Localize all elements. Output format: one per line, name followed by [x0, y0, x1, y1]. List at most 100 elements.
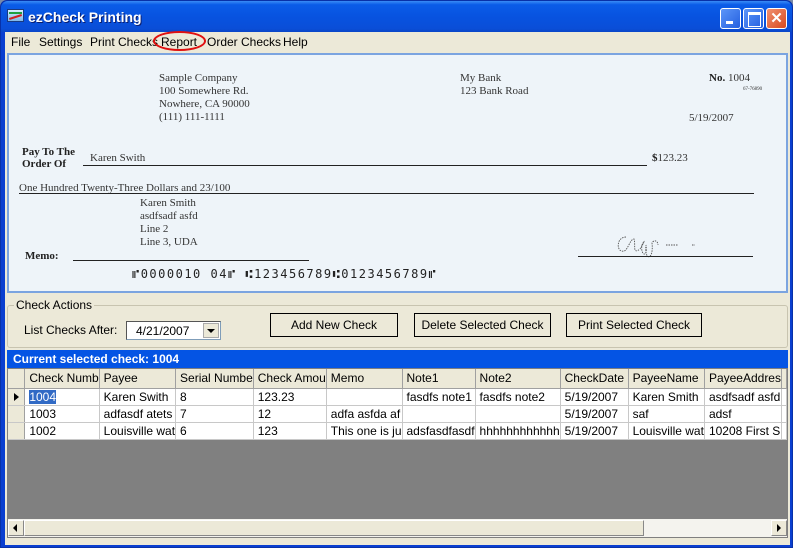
app-window: ezCheck Printing ✕ File Settings Print C… [0, 0, 793, 548]
table-cell[interactable] [402, 405, 476, 423]
table-cell[interactable]: Karen Swith [99, 388, 177, 406]
menu-file[interactable]: File [11, 35, 30, 49]
table-cell[interactable]: Karen Smith [628, 388, 705, 406]
table-row[interactable]: 1003 adfasdf atets 7 12 adfa asfda af 5/19/20… [8, 405, 787, 423]
table-cell-overflow [781, 405, 787, 423]
check-preview: Sample Company 100 Somewhere Rd. Nowhere… [7, 53, 788, 293]
column-header-overflow [781, 369, 787, 389]
table-cell[interactable]: saf [628, 405, 705, 423]
group-label: Check Actions [14, 298, 95, 312]
table-cell[interactable]: 1004 [24, 388, 100, 406]
column-header[interactable]: PayeeName [628, 369, 705, 389]
row-header[interactable] [8, 405, 26, 423]
check-number-value: 1004 [727, 72, 750, 84]
company-address: 100 Somewhere Rd. [159, 85, 249, 97]
add-new-check-button[interactable]: Add New Check [270, 313, 398, 337]
column-header[interactable]: Note1 [402, 369, 476, 389]
column-header[interactable]: Memo [326, 369, 403, 389]
column-header[interactable]: PayeeAddres [704, 369, 783, 389]
table-cell[interactable]: This one is ju [326, 422, 403, 440]
table-cell[interactable]: fasdfs note2 [475, 388, 561, 406]
window-title: ezCheck Printing [28, 9, 142, 25]
dropdown-arrow-icon[interactable] [203, 323, 219, 338]
column-header[interactable]: Note2 [475, 369, 561, 389]
memo-line [73, 260, 309, 261]
row-header[interactable] [8, 422, 26, 440]
table-cell[interactable]: 1002 [24, 422, 100, 440]
close-button[interactable]: ✕ [766, 8, 787, 29]
current-selected-check-bar: Current selected check: 1004 [7, 350, 788, 368]
table-cell[interactable]: 12 [253, 405, 327, 423]
table-cell[interactable]: 123 [253, 422, 327, 440]
row-header-corner [8, 369, 26, 389]
signature-image [617, 236, 695, 258]
horizontal-scrollbar[interactable] [8, 519, 787, 537]
table-cell[interactable]: adsf [704, 405, 783, 423]
table-cell[interactable]: 123.23 [253, 388, 327, 406]
check-actions-group: Check Actions List Checks After: 4/21/20… [7, 298, 788, 348]
table-cell[interactable]: adfasdf atets [99, 405, 177, 423]
menu-help[interactable]: Help [283, 35, 308, 49]
column-header[interactable]: Check Numb [24, 369, 100, 389]
table-cell[interactable]: 1003 [24, 405, 100, 423]
menu-order-checks[interactable]: Order Checks [207, 35, 281, 49]
scroll-left-icon[interactable] [8, 520, 24, 536]
minimize-button[interactable] [720, 8, 741, 29]
table-cell[interactable]: 6 [175, 422, 254, 440]
menu-print-checks[interactable]: Print Checks [90, 35, 158, 49]
table-cell[interactable]: 8 [175, 388, 254, 406]
title-bar[interactable]: ezCheck Printing ✕ [1, 1, 792, 32]
column-header[interactable]: Check Amou [253, 369, 327, 389]
table-cell[interactable]: Louisville wat [628, 422, 705, 440]
grid-header-row: Check Numb Payee Serial Numbe Check Amou Mem… [8, 369, 787, 389]
current-row-arrow-icon [14, 392, 19, 401]
table-cell[interactable]: 5/19/2007 [560, 388, 629, 406]
table-row[interactable]: 1002 Louisville wat 6 123 This one is ju adsf… [8, 422, 787, 440]
table-cell[interactable] [475, 405, 561, 423]
memo-label: Memo: [25, 250, 59, 262]
table-cell[interactable]: 5/19/2007 [560, 405, 629, 423]
payee-address-1: Karen Smith [140, 197, 196, 209]
checks-grid[interactable]: Check Numb Payee Serial Numbe Check Amou Mem… [7, 368, 788, 538]
check-amount-value: 123.23 [657, 152, 688, 164]
payee-name: Karen Swith [90, 152, 146, 164]
table-cell[interactable] [326, 388, 403, 406]
table-cell[interactable]: adfa asfda af [326, 405, 403, 423]
table-cell[interactable]: hhhhhhhhhhhh [475, 422, 561, 440]
column-header[interactable]: Serial Numbe [175, 369, 254, 389]
table-cell[interactable]: Louisville wat [99, 422, 177, 440]
company-city: Nowhere, CA 90000 [159, 98, 250, 110]
table-cell[interactable]: 5/19/2007 [560, 422, 629, 440]
scroll-right-icon[interactable] [771, 520, 787, 536]
print-selected-check-button[interactable]: Print Selected Check [566, 313, 702, 337]
table-cell[interactable]: 7 [175, 405, 254, 423]
payee-address-3: Line 2 [140, 223, 169, 235]
company-phone: (111) 111-1111 [159, 111, 225, 123]
column-header[interactable]: CheckDate [560, 369, 629, 389]
table-cell[interactable]: fasdfs note1 [402, 388, 476, 406]
menu-settings[interactable]: Settings [39, 35, 82, 49]
scrollbar-thumb[interactable] [24, 520, 644, 536]
row-header[interactable] [8, 388, 26, 406]
pay-to-label-1: Pay To The [22, 146, 75, 158]
list-checks-after-datepicker[interactable]: 4/21/2007 [126, 321, 221, 340]
table-cell[interactable]: adsfasdfasdf [402, 422, 476, 440]
table-row[interactable]: 1004 Karen Swith 8 123.23 fasdfs note1 fasdfs… [8, 388, 787, 406]
app-check-icon [7, 9, 24, 22]
check-number: No. 1004 [709, 72, 750, 84]
table-cell-overflow [781, 422, 787, 440]
checks-table: Check Numb Payee Serial Numbe Check Amou Mem… [8, 369, 787, 440]
maximize-button[interactable] [743, 8, 764, 29]
check-number-label: No. [709, 72, 726, 84]
payee-line [83, 165, 647, 166]
table-cell[interactable]: asdfsadf asfd [704, 388, 783, 406]
bank-address: 123 Bank Road [460, 85, 529, 97]
check-date: 5/19/2007 [689, 112, 734, 124]
close-icon: ✕ [770, 10, 783, 27]
column-header[interactable]: Payee [99, 369, 177, 389]
pay-to-label-2: Order Of [22, 158, 67, 170]
table-cell[interactable]: 10208 First S [704, 422, 783, 440]
check-amount: $123.23 [652, 152, 688, 164]
delete-selected-check-button[interactable]: Delete Selected Check [414, 313, 551, 337]
micr-line: ⑈0000010 04⑈ ⑆123456789⑆0123456789⑈ [132, 267, 438, 281]
